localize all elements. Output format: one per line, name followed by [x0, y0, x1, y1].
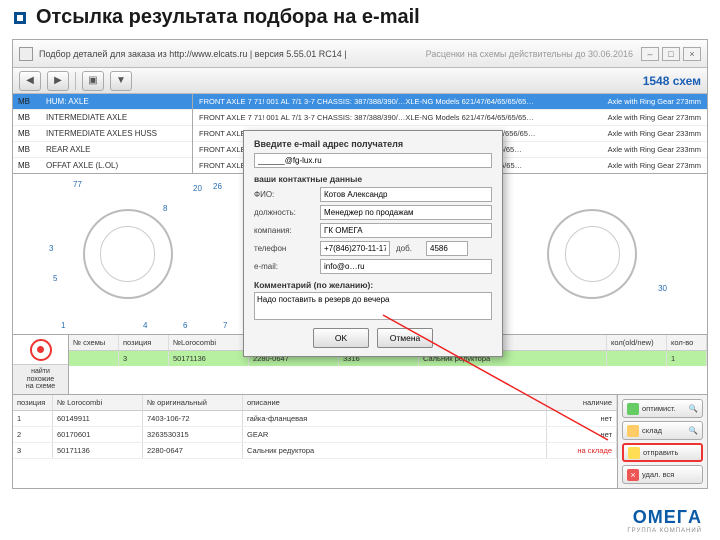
sklad-button[interactable]: склад🔍 [622, 421, 703, 440]
list-item[interactable]: MBHUM: AXLE [13, 94, 192, 110]
nav-fwd-button[interactable]: ▶ [47, 71, 69, 91]
find-similar-button[interactable]: найтипохожиена схеме [13, 364, 68, 394]
callout: 6 [183, 321, 187, 330]
table-row[interactable]: 3501711362280-0647Сальник редукторана ск… [13, 443, 617, 459]
brand-logo: OMEГA ГРУППА КОМПАНИЙ [627, 507, 702, 534]
list-item[interactable]: FRONT AXLE 7 71! 001 AL 7/1 3-7 CHASSIS:… [193, 94, 707, 110]
optimist-button[interactable]: оптимист.🔍 [622, 399, 703, 418]
comment-heading: Комментарий (по желанию): [254, 280, 492, 290]
app-icon [19, 47, 33, 61]
nav-back-button[interactable]: ◀ [19, 71, 41, 91]
fio-input[interactable] [320, 187, 492, 202]
toolbar: ◀ ▶ ▣ ▼ 1548 схем [13, 68, 707, 94]
result-grid[interactable]: позиция№ Lorocombi № оригинальныйописани… [13, 395, 617, 489]
gear-icon [83, 209, 173, 299]
table-row[interactable]: 1601499117403-106-72гайка-фланцеваянет [13, 411, 617, 427]
comment-textarea[interactable] [254, 292, 492, 320]
gear-icon [547, 209, 637, 299]
table-row[interactable]: 2601706013263530315GEARнет [13, 427, 617, 443]
callout: 4 [143, 321, 147, 330]
contact-heading: ваши контактные данные [254, 174, 492, 184]
axle-list[interactable]: MBHUM: AXLEMBINTERMEDIATE AXLEMBINTERMED… [13, 94, 193, 173]
email-dialog: Введите e-mail адрес получателя ваши кон… [243, 130, 503, 357]
callout: 7 [223, 321, 227, 330]
slide-header: Отсылка результата подбора на e-mail [0, 0, 720, 35]
cancel-button[interactable]: Отмена [377, 328, 433, 348]
sender-email-input[interactable] [320, 259, 492, 274]
ok-button[interactable]: OK [313, 328, 369, 348]
dialog-heading: Введите e-mail адрес получателя [254, 139, 492, 149]
title-bar: Подбор деталей для заказа из http://www.… [13, 40, 707, 68]
list-item[interactable]: FRONT AXLE 7 71! 001 AL 7/1 3-7 CHASSIS:… [193, 110, 707, 126]
list-item[interactable]: MBREAR AXLE [13, 142, 192, 158]
callout: 26 [213, 182, 222, 191]
action-panel: оптимист.🔍 склад🔍 отправить ×удал. вся [617, 395, 707, 489]
send-email-button[interactable]: отправить [622, 443, 703, 462]
callout: 5 [53, 274, 57, 283]
slide-title: Отсылка результата подбора на e-mail [36, 6, 420, 29]
callout: 77 [73, 180, 82, 189]
list-item[interactable]: MBINTERMEDIATE AXLE [13, 110, 192, 126]
callout: 1 [61, 321, 65, 330]
bullet-icon [14, 12, 26, 24]
callout: 3 [49, 244, 53, 253]
toggle-button[interactable]: ▣ [82, 71, 104, 91]
callout: 8 [163, 204, 167, 213]
app-window: Подбор деталей для заказа из http://www.… [12, 39, 708, 489]
target-icon[interactable] [13, 335, 68, 364]
maximize-button[interactable]: □ [662, 47, 680, 61]
callout: 30 [658, 284, 667, 293]
list-item[interactable]: MBOFFAT AXLE (L.OL) [13, 158, 192, 173]
recipient-email-input[interactable] [254, 153, 492, 168]
close-button[interactable]: × [683, 47, 701, 61]
window-subtitle: Расценки на схемы действительны до 30.06… [426, 49, 633, 59]
position-input[interactable] [320, 205, 492, 220]
filter-button[interactable]: ▼ [110, 71, 132, 91]
window-title: Подбор деталей для заказа из http://www.… [39, 49, 347, 59]
callout: 20 [193, 184, 202, 193]
list-item[interactable]: MBINTERMEDIATE AXLES HUSS [13, 126, 192, 142]
phone-input[interactable] [320, 241, 390, 256]
minimize-button[interactable]: – [641, 47, 659, 61]
delete-all-button[interactable]: ×удал. вся [622, 465, 703, 484]
ext-input[interactable] [426, 241, 468, 256]
scheme-count: 1548 схем [643, 74, 701, 88]
company-input[interactable] [320, 223, 492, 238]
